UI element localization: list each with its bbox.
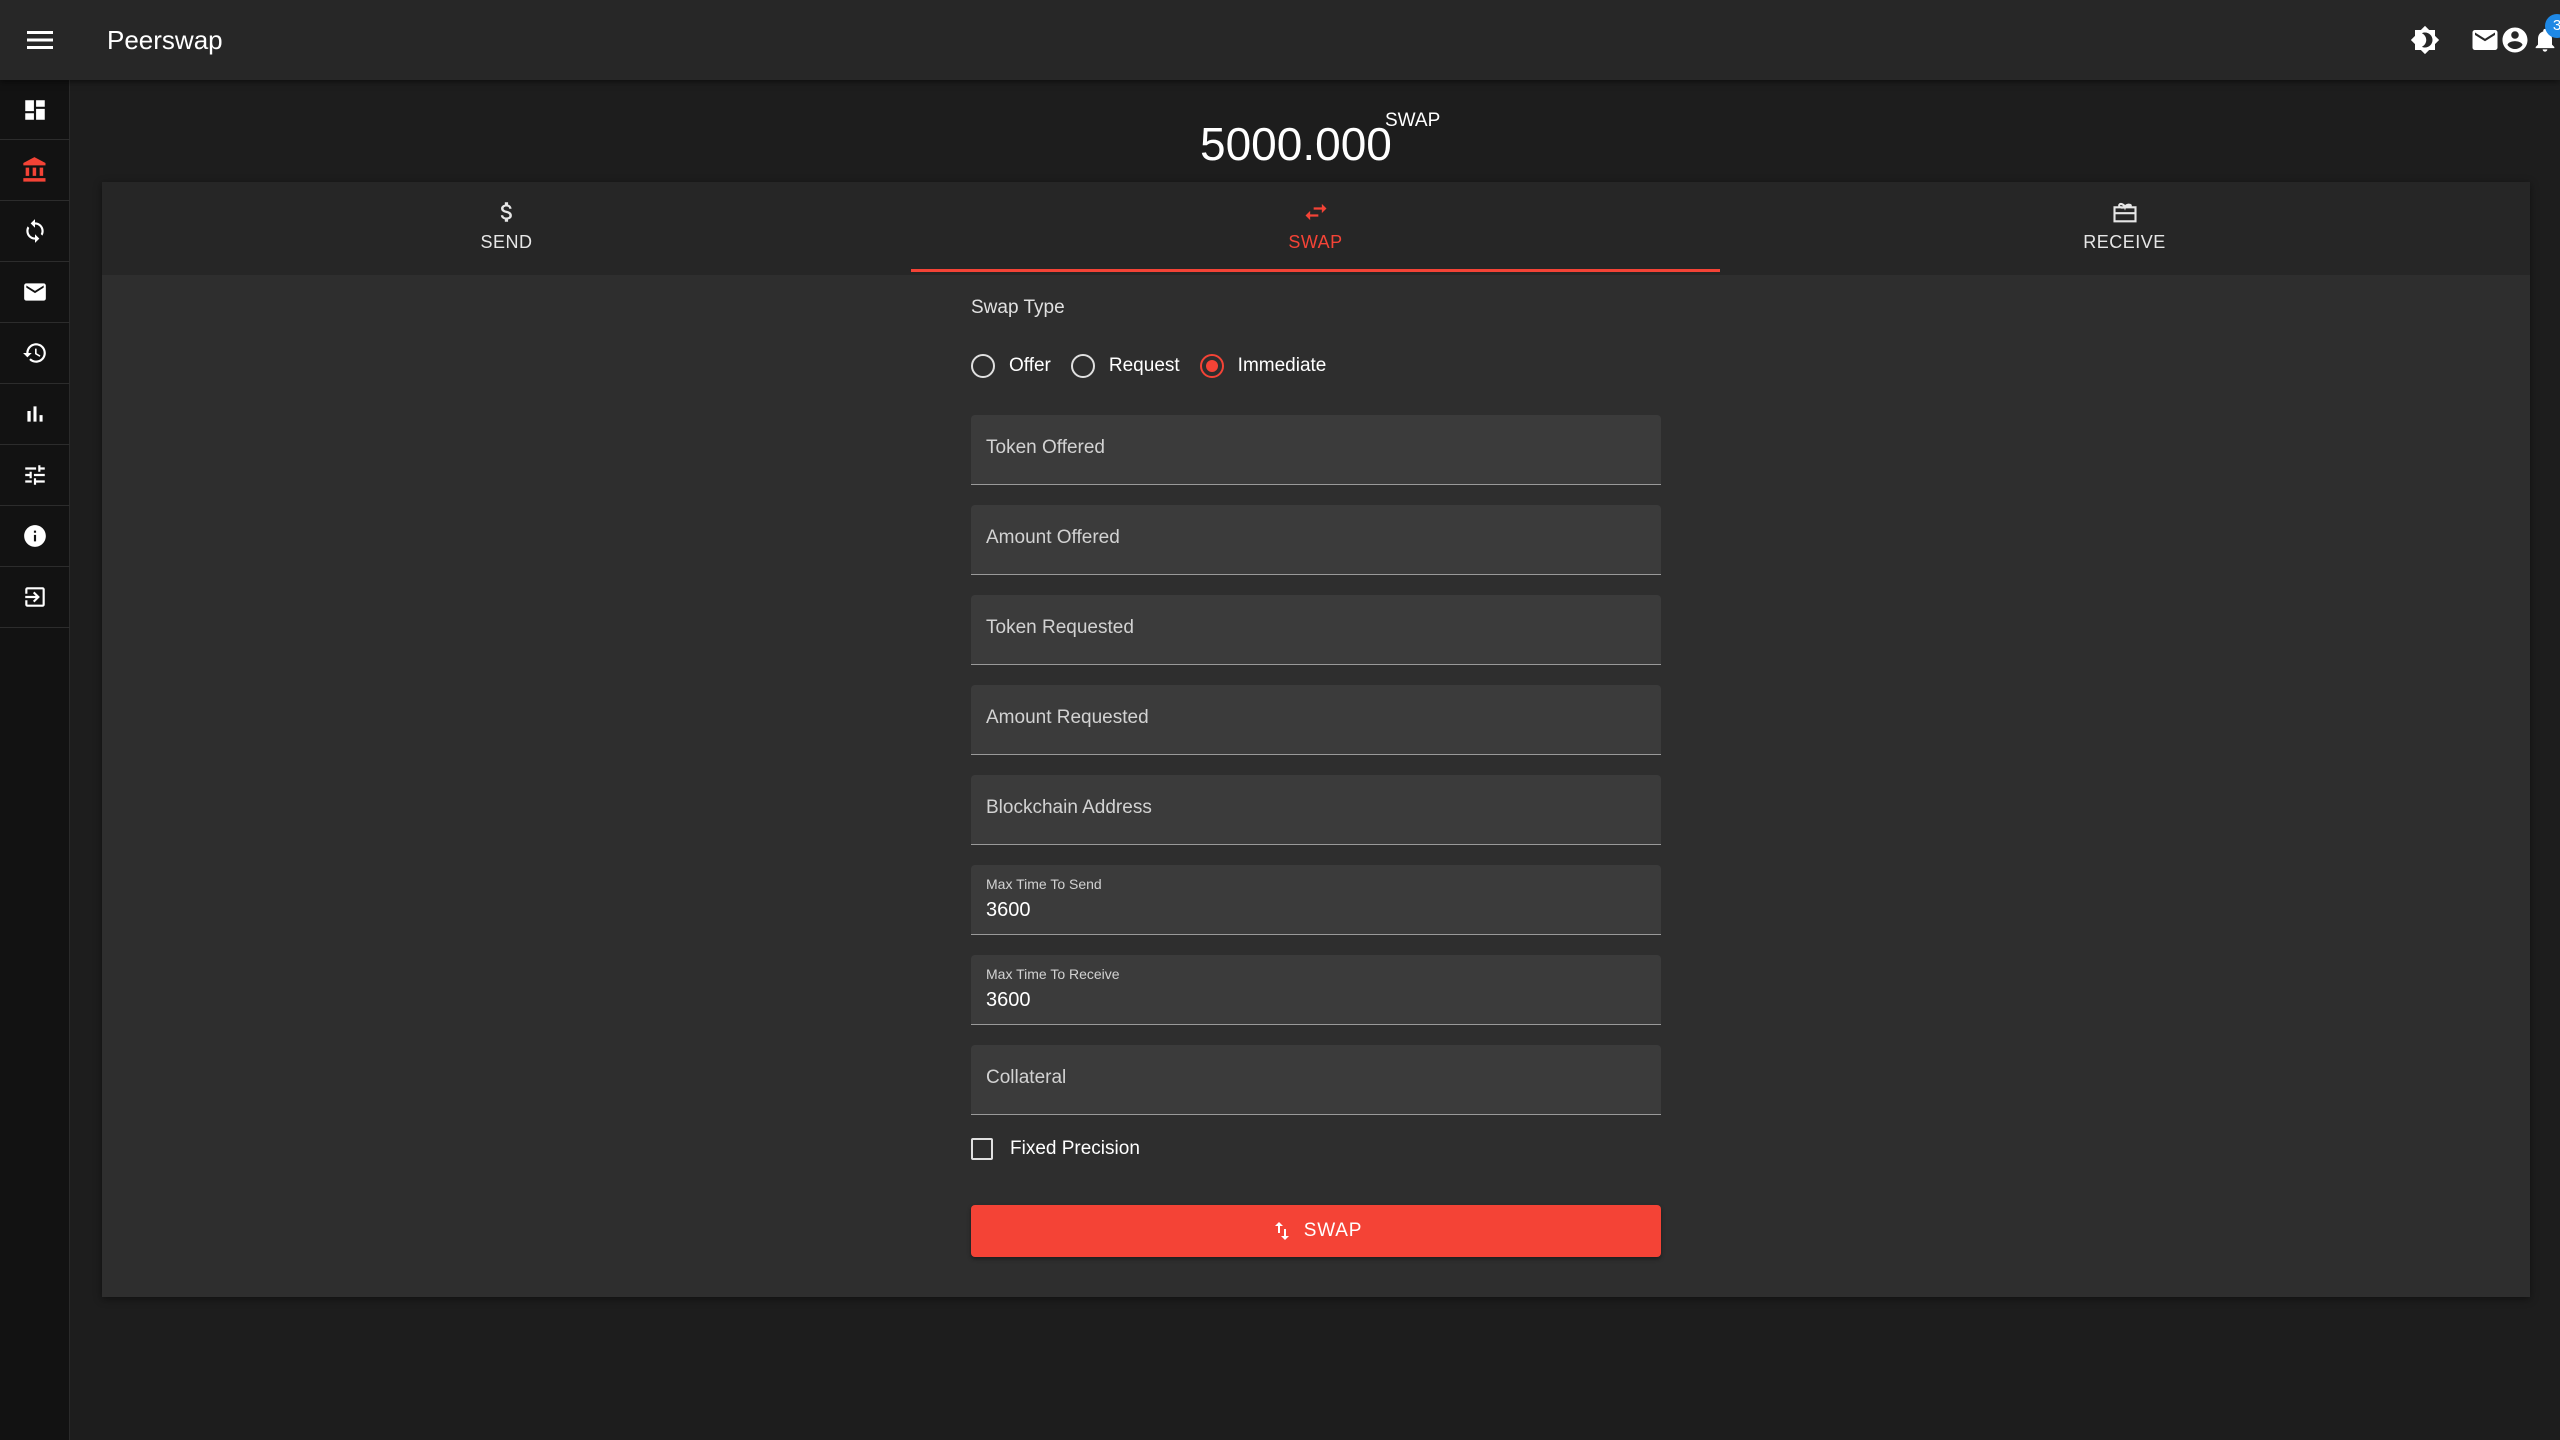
token-offered-field[interactable]: Token Offered	[971, 415, 1661, 485]
amount-requested-field[interactable]: Amount Requested	[971, 685, 1661, 755]
swap-type-radio-group: Offer Request Immediate	[971, 354, 1326, 378]
swap-type-label: Swap Type	[971, 297, 1065, 318]
radio-request-circle	[1070, 354, 1095, 378]
max-time-send-label: Max Time To Send	[986, 876, 1102, 892]
gift-card-icon	[2112, 202, 2137, 223]
radio-offer[interactable]: Offer	[971, 354, 1051, 378]
fixed-precision-label: Fixed Precision	[1010, 1138, 1140, 1159]
amount-offered-placeholder: Amount Offered	[986, 527, 1120, 548]
tab-swap-label: SWAP	[1288, 232, 1343, 252]
radio-request[interactable]: Request	[1070, 354, 1180, 378]
fixed-precision-checkbox[interactable]: Fixed Precision	[971, 1138, 1140, 1160]
bank-icon	[23, 157, 46, 182]
tab-receive-label: RECEIVE	[2083, 232, 2166, 252]
max-time-receive-value: 3600	[986, 989, 1031, 1011]
balance-amount: 5000.000	[1200, 118, 1392, 170]
collateral-placeholder: Collateral	[986, 1067, 1067, 1088]
sidebar-item-statistics[interactable]	[0, 384, 70, 445]
radio-immediate-label: Immediate	[1237, 355, 1327, 376]
theme-toggle-button[interactable]	[2405, 20, 2445, 60]
history-icon	[23, 343, 46, 363]
swap-submit-button[interactable]: SWAP	[971, 1205, 1661, 1257]
tab-swap[interactable]: SWAP	[911, 182, 1720, 275]
sidebar-item-info[interactable]	[0, 506, 70, 567]
transfer-card: SEND SWAP RECEIVE Swap Type Offer Reques…	[102, 182, 2530, 1297]
swap-vert-icon	[1274, 1222, 1289, 1240]
balance-unit: SWAP	[1385, 110, 1441, 131]
amount-offered-field[interactable]: Amount Offered	[971, 505, 1661, 575]
sidebar-item-bank[interactable]	[0, 140, 70, 201]
sidebar-item-dashboard[interactable]	[0, 80, 70, 140]
app-title: Peerswap	[107, 25, 223, 55]
tab-bar: SEND SWAP RECEIVE	[102, 182, 2530, 275]
max-time-send-value: 3600	[986, 899, 1031, 921]
menu-icon	[27, 31, 53, 49]
tab-receive[interactable]: RECEIVE	[1720, 182, 2529, 275]
tab-send-label: SEND	[480, 232, 533, 252]
sidebar-item-sync[interactable]	[0, 201, 70, 262]
tab-send[interactable]: SEND	[102, 182, 911, 275]
account-button[interactable]	[2495, 20, 2535, 60]
max-time-receive-field[interactable]: Max Time To Receive 3600	[971, 955, 1661, 1025]
amount-requested-placeholder: Amount Requested	[986, 707, 1149, 728]
sidebar-item-messages[interactable]	[0, 262, 70, 323]
radio-request-label: Request	[1108, 355, 1180, 376]
tune-icon	[25, 465, 45, 485]
blockchain-address-field[interactable]: Blockchain Address	[971, 775, 1661, 845]
collateral-field[interactable]: Collateral	[971, 1045, 1661, 1115]
sidebar-item-logout[interactable]	[0, 567, 70, 628]
dollar-icon	[500, 202, 512, 222]
dashboard-icon	[25, 99, 45, 120]
swap-submit-label: SWAP	[1303, 1220, 1363, 1241]
bar-chart-icon	[27, 406, 43, 422]
top-app-bar: Peerswap 3	[0, 0, 2560, 80]
blockchain-address-placeholder: Blockchain Address	[986, 797, 1152, 818]
token-offered-placeholder: Token Offered	[986, 437, 1106, 458]
token-requested-field[interactable]: Token Requested	[971, 595, 1661, 665]
logout-icon	[25, 587, 45, 607]
radio-immediate[interactable]: Immediate	[1199, 354, 1327, 378]
swap-arrows-icon	[1305, 203, 1326, 221]
theme-icon	[2410, 25, 2440, 55]
fixed-precision-box	[971, 1138, 993, 1160]
radio-immediate-circle	[1199, 354, 1224, 378]
token-requested-placeholder: Token Requested	[986, 617, 1134, 638]
radio-offer-circle	[971, 354, 995, 378]
sync-icon	[26, 219, 44, 243]
info-icon	[24, 525, 46, 547]
menu-button[interactable]	[20, 20, 60, 60]
sidebar-item-history[interactable]	[0, 323, 70, 384]
account-icon	[2502, 27, 2528, 53]
sidebar	[0, 80, 70, 1440]
max-time-receive-label: Max Time To Receive	[986, 966, 1120, 982]
radio-offer-label: Offer	[1009, 355, 1051, 376]
mail-icon	[24, 283, 46, 301]
sidebar-item-settings[interactable]	[0, 445, 70, 506]
max-time-send-field[interactable]: Max Time To Send 3600	[971, 865, 1661, 935]
